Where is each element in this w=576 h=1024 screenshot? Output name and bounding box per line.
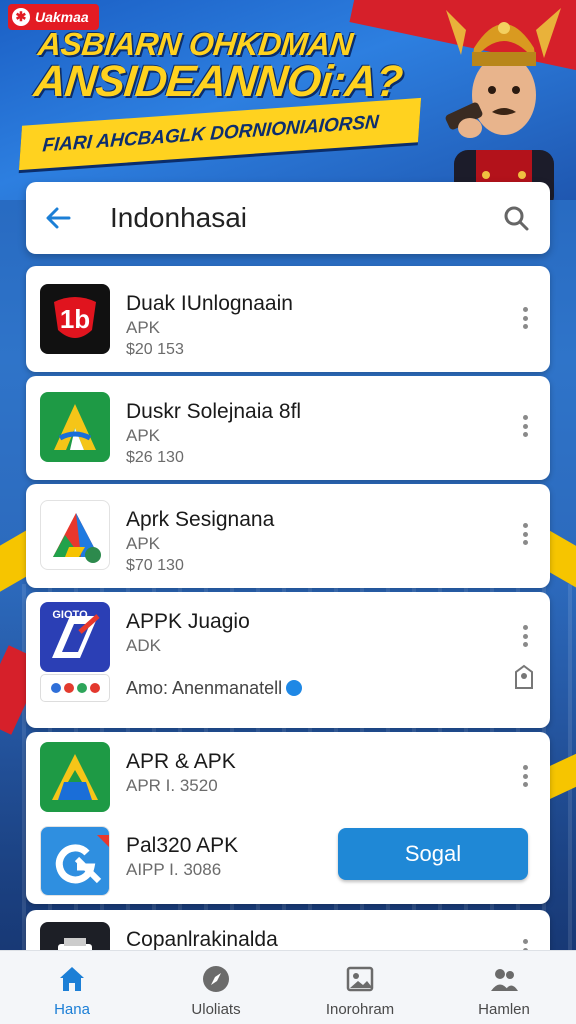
nav-label: Uloliats [191,1001,241,1018]
kebab-dot-icon [522,523,528,528]
app-type: APK [126,426,161,445]
list-item[interactable]: Pal320 APK AIPP I. 3086 Sogal [26,816,550,906]
app-name: Duak IUnlognaain [126,292,293,315]
kebab-dot-icon [522,540,528,545]
verified-badge-icon [286,680,303,696]
banner-headline-line2: ANSIDEANNOi:A? [31,57,405,106]
app-size: $26 130 [126,449,184,466]
nav-item-explore[interactable]: Uloliats [144,951,288,1024]
app-card[interactable]: Aprk Sesignana APK $70 130 [26,484,550,588]
list-item[interactable]: 1b Duak IUnlognaain APK $20 153 [26,274,550,364]
app-type: APK [126,534,161,553]
kebab-dot-icon [522,324,528,329]
promo-banner[interactable]: ✱ Uakmaa ASBIARN OHKDMAN ANSIDEANNOi:A? … [0,0,576,200]
search-button[interactable] [486,188,546,248]
app-size: $70 130 [126,557,184,574]
home-icon [56,963,88,995]
app-card[interactable]: 1b Duak IUnlognaain APK $20 153 [26,266,550,372]
app-name: APR & APK [126,750,236,773]
list-item[interactable]: APR & APK APR I. 3520 [26,732,550,822]
app-card[interactable]: APR & APK APR I. 3520 Pal320 APK AIPP I.… [26,732,550,904]
promo-label: Amo: Anenmanatell [126,678,283,698]
bottom-navigation: Hana Uloliats Inorohram Hamlen [0,950,576,1024]
green-a-app-icon [40,392,110,462]
app-name: Aprk Sesignana [126,508,275,531]
get-button[interactable]: Sogal [338,828,528,880]
app-card[interactable]: Duskr Solejnaia 8fl APK $26 130 [26,376,550,480]
app-type: APK [126,318,161,337]
app-name: Pal320 APK [126,834,239,857]
app-size: $20 153 [126,341,184,358]
app-name: Copanlrakinalda [126,928,278,951]
kebab-dot-icon [522,315,528,321]
more-options-button[interactable] [516,762,534,790]
kebab-dot-icon [522,765,528,770]
app-type: ADK [126,636,161,655]
kebab-dot-icon [522,307,528,312]
kebab-dot-icon [522,625,528,630]
kebab-dot-icon [522,782,528,787]
back-button[interactable] [28,188,88,248]
brand-star-icon: ✱ [12,8,30,26]
app-name: APPK Juagio [126,610,250,633]
people-icon [488,963,520,995]
app-type: AIPP I. 3086 [126,860,222,879]
mascot-illustration [445,8,561,200]
search-bar: Indonhasai [26,182,550,254]
multicolor-a-app-icon [40,500,110,570]
compass-icon [200,963,232,995]
more-options-button[interactable] [516,622,534,650]
banner-subhead: FIARI AHCBAGLK DORNIONIAIORSN [18,97,422,171]
kebab-dot-icon [522,531,528,537]
list-item[interactable]: Aprk Sesignana APK $70 130 [26,490,550,580]
more-options-button[interactable] [516,412,534,440]
nav-item-gallery[interactable]: Inorohram [288,951,432,1024]
kebab-dot-icon [522,773,528,779]
banner-headline: ASBIARN OHKDMAN ANSIDEANNOi:A? [31,26,440,106]
kebab-dot-icon [522,642,528,647]
nav-label: Inorohram [325,1001,395,1018]
more-options-button[interactable] [516,304,534,332]
svg-text:GIOTO: GIOTO [52,609,88,621]
partner-badges-icon [40,674,110,702]
nav-label: Hamlen [478,1001,530,1018]
brand-name: Uakmaa [35,9,89,25]
tag-button[interactable] [514,664,534,692]
nav-item-home[interactable]: Hana [0,951,144,1024]
search-input[interactable]: Indonhasai [88,202,486,234]
svg-text:1b: 1b [60,304,90,334]
nav-item-people[interactable]: Hamlen [432,951,576,1024]
promo-row: Amo: Anenmanatell [26,664,550,716]
list-item[interactable]: GIOTO APPK Juagio ADK [26,592,550,682]
blue-g-app-icon: GIOTO [40,602,110,672]
1b-app-icon: 1b [40,284,110,354]
app-card[interactable]: GIOTO APPK Juagio ADK Amo: Anenmanatell [26,592,550,728]
nav-label: Hana [54,1001,90,1018]
banner-headline-line1: ASBIARN OHKDMAN [36,26,355,62]
app-type: APR I. 3520 [126,776,218,795]
kebab-dot-icon [522,415,528,420]
kebab-dot-icon [522,432,528,437]
kebab-dot-icon [522,633,528,639]
arrow-left-icon [46,207,71,229]
search-icon [504,206,529,231]
blue-g-arrow-app-icon [40,826,110,896]
more-options-button[interactable] [516,520,534,548]
list-item[interactable]: Duskr Solejnaia 8fl APK $26 130 [26,382,550,472]
app-name: Duskr Solejnaia 8fl [126,400,302,423]
green-a-app-icon [40,742,110,812]
kebab-dot-icon [522,939,528,944]
gallery-icon [344,963,376,995]
kebab-dot-icon [522,423,528,429]
promo-text: Amo: Anenmanatell [126,678,303,699]
